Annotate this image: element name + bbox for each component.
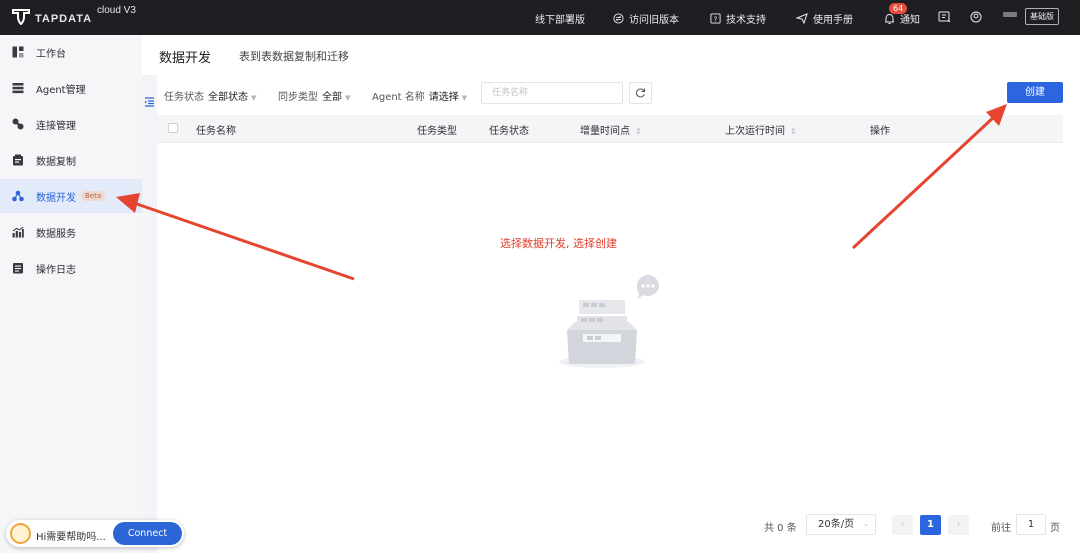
empty-box-icon (559, 275, 659, 368)
support-link[interactable]: ? 技术支持 (710, 11, 766, 26)
svg-text:?: ? (714, 14, 718, 23)
chevron-down-icon: ▼ (251, 94, 257, 102)
sidebar-item-label: 工作台 (36, 48, 66, 60)
help-widget: Hi需要帮助吗... Connect (6, 520, 184, 547)
beta-badge: Beta (81, 191, 106, 201)
dev-icon (12, 190, 24, 202)
prev-page-button[interactable]: ‹ (892, 515, 913, 535)
tapdata-logo-icon (12, 9, 30, 25)
help-text: Hi需要帮助吗... (36, 532, 106, 543)
goto-page-input[interactable]: 1 (1016, 514, 1046, 535)
old-version-label: 访问旧版本 (629, 15, 679, 26)
sidebar-item-label: 操作日志 (36, 264, 76, 276)
refresh-icon (636, 88, 645, 98)
column-incremental-time[interactable]: 增量时间点 ⇕ (580, 122, 642, 137)
sidebar-item-label: 连接管理 (36, 120, 76, 132)
task-name-search-input[interactable]: 任务名称 (481, 82, 623, 104)
swap-icon (613, 13, 624, 24)
sync-filter-value: 全部 (322, 92, 342, 103)
sidebar-item-label: Agent管理 (36, 84, 86, 96)
status-filter[interactable]: 任务状态 全部状态 ▼ (164, 88, 256, 103)
manual-label: 使用手册 (813, 15, 853, 26)
page-size-select[interactable]: 20条/页 ⌄ (806, 514, 876, 535)
column-task-status: 任务状态 (489, 126, 529, 137)
annotation-text: 选择数据开发, 选择创建 (500, 237, 617, 250)
page-subtitle-tab[interactable]: 表到表数据复制和迁移 (239, 48, 349, 64)
page-size-value: 20条/页 (818, 519, 855, 530)
user-circle-icon (970, 11, 982, 23)
chevron-down-icon: ▼ (345, 94, 351, 102)
status-filter-label: 任务状态 (164, 92, 204, 103)
column-task-type: 任务类型 (417, 126, 457, 137)
sidebar-item-connection[interactable]: 连接管理 (0, 107, 142, 141)
chevron-down-icon: ▼ (461, 94, 468, 102)
page-header: 数据开发 表到表数据复制和迁移 (142, 35, 1080, 75)
goto-suffix: 页 (1050, 523, 1060, 534)
username-bar[interactable] (1003, 12, 1017, 17)
screen-button[interactable] (938, 11, 956, 23)
send-icon (796, 13, 808, 24)
table-header: 任务名称 任务类型 任务状态 增量时间点 ⇕ 上次运行时间 ⇕ 操作 (157, 115, 1063, 143)
bell-icon (885, 13, 894, 24)
support-label: 技术支持 (726, 15, 766, 26)
column-actions: 操作 (870, 126, 890, 137)
sidebar-item-data-service[interactable]: 数据服务 (0, 215, 142, 249)
agent-filter-value: 请选择 (428, 92, 459, 103)
monitor-icon (938, 11, 951, 23)
sidebar-item-label: 数据服务 (36, 228, 76, 240)
plan-button[interactable]: 基础版 (1025, 8, 1059, 25)
goto-label: 前往 (991, 523, 1011, 534)
sidebar-item-agent[interactable]: Agent管理 (0, 71, 142, 105)
connection-icon (12, 118, 24, 130)
sidebar-item-label: 数据开发 (36, 192, 76, 204)
sort-icon: ⇕ (635, 127, 642, 136)
sync-filter-label: 同步类型 (278, 92, 318, 103)
brand-sub: cloud V3 (97, 5, 136, 16)
sort-icon: ⇕ (790, 127, 797, 136)
top-bar: TAPDATA cloud V3 线下部署版 访问旧版本 ? 技术支持 使用手册… (0, 0, 1080, 35)
dashboard-icon (12, 46, 24, 58)
refresh-button[interactable] (629, 82, 652, 104)
chevron-left-icon: ‹ (900, 519, 905, 530)
agent-icon (12, 83, 24, 94)
sidebar-item-workbench[interactable]: 工作台 (0, 35, 142, 69)
page-number-button[interactable]: 1 (920, 515, 941, 535)
offline-deploy-label: 线下部署版 (535, 15, 585, 26)
collapse-menu-icon[interactable] (144, 97, 155, 107)
connect-button[interactable]: Connect (113, 522, 182, 545)
agent-filter-label: Agent 名称 (372, 92, 425, 103)
column-incremental-time-label: 增量时间点 (580, 126, 630, 137)
sync-type-filter[interactable]: 同步类型 全部 ▼ (278, 88, 350, 103)
brand-name: TAPDATA (35, 12, 93, 25)
sidebar-item-label: 数据复制 (36, 156, 76, 168)
column-last-run-time-label: 上次运行时间 (725, 126, 785, 137)
agent-filter[interactable]: Agent 名称 请选择 ▼ (372, 88, 467, 103)
manual-link[interactable]: 使用手册 (796, 11, 853, 26)
notification-count-badge: 64 (889, 3, 908, 14)
sidebar-item-operation-log[interactable]: 操作日志 (0, 251, 142, 285)
next-page-button[interactable]: › (948, 515, 969, 535)
offline-deploy-link[interactable]: 线下部署版 (535, 11, 585, 26)
column-task-name: 任务名称 (196, 126, 236, 137)
create-button[interactable]: 创建 (1007, 82, 1063, 103)
page-title: 数据开发 (159, 51, 212, 66)
user-button[interactable] (970, 11, 987, 23)
sidebar-item-replication[interactable]: 数据复制 (0, 143, 142, 177)
pagination-total: 共 0 条 (764, 523, 797, 534)
service-icon (12, 226, 24, 238)
chevron-right-icon: › (956, 519, 961, 530)
select-all-checkbox[interactable] (168, 123, 178, 133)
column-last-run-time[interactable]: 上次运行时间 ⇕ (725, 122, 797, 137)
support-avatar[interactable] (10, 523, 31, 544)
sidebar: 工作台 Agent管理 连接管理 数据复制 数据开发 Beta 数据服务 操作日… (0, 35, 142, 553)
old-version-link[interactable]: 访问旧版本 (613, 11, 679, 26)
replication-icon (13, 154, 23, 166)
log-icon (13, 263, 23, 274)
status-filter-value: 全部状态 (208, 92, 248, 103)
brand-logo[interactable]: TAPDATA (12, 9, 92, 25)
chevron-down-icon: ⌄ (863, 520, 869, 528)
sidebar-item-data-dev[interactable]: 数据开发 Beta (0, 179, 142, 213)
help-icon: ? (710, 13, 721, 24)
